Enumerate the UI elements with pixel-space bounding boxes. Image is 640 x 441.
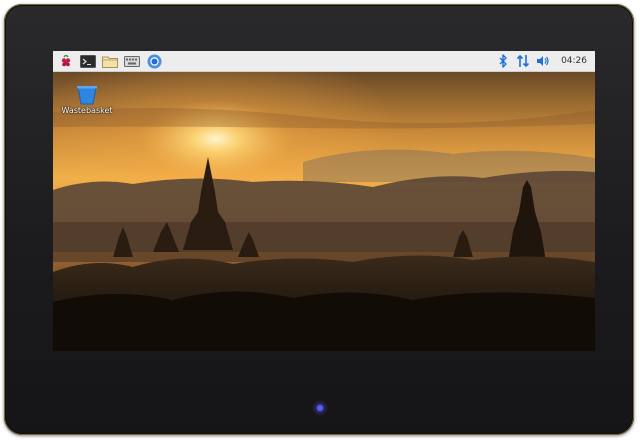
bluetooth-icon — [499, 54, 507, 68]
menu-button[interactable] — [57, 53, 75, 69]
volume-icon — [537, 56, 549, 66]
keyboard-button[interactable] — [123, 53, 141, 69]
browser-button[interactable] — [145, 53, 163, 69]
screen: 04:26 Wastebasket — [53, 51, 595, 351]
network-button[interactable] — [515, 53, 531, 69]
status-led — [317, 405, 323, 411]
taskbar-launchers — [53, 53, 167, 69]
bluetooth-button[interactable] — [495, 53, 511, 69]
terminal-icon — [80, 54, 96, 68]
browser-icon — [147, 54, 161, 68]
network-arrows-icon — [516, 54, 530, 68]
raspberry-icon — [61, 54, 71, 67]
terminal-button[interactable] — [79, 53, 97, 69]
wallpaper — [53, 72, 595, 351]
volume-button[interactable] — [535, 53, 551, 69]
keyboard-icon — [124, 55, 140, 67]
wastebasket-icon — [77, 86, 97, 105]
file-manager-button[interactable] — [101, 53, 119, 69]
display-bezel: 04:26 Wastebasket — [4, 4, 634, 435]
taskbar: 04:26 — [53, 51, 595, 72]
clock[interactable]: 04:26 — [561, 56, 587, 66]
desktop-icon-wastebasket[interactable]: Wastebasket — [59, 85, 115, 115]
folder-icon — [102, 56, 118, 68]
desktop-icon-label: Wastebasket — [61, 106, 113, 115]
system-tray: 04:26 — [491, 53, 595, 69]
